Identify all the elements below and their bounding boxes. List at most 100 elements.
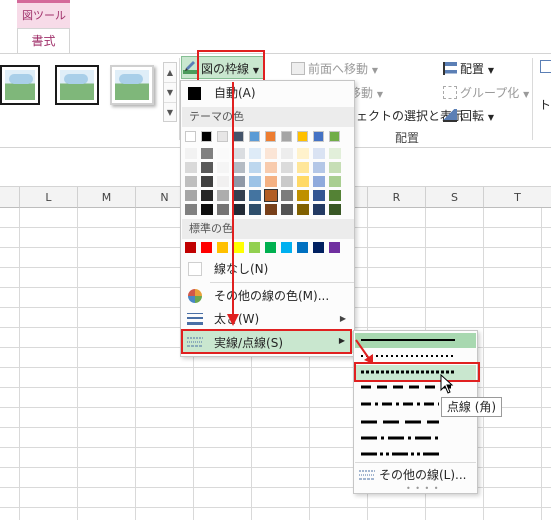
scroll-down-icon[interactable]: ▼ xyxy=(164,83,176,103)
theme-shade-column[interactable] xyxy=(217,148,229,218)
theme-shade-swatch[interactable] xyxy=(265,204,277,215)
theme-shade-swatch[interactable] xyxy=(217,204,229,215)
theme-shade-swatch[interactable] xyxy=(329,190,341,201)
theme-shade-swatch[interactable] xyxy=(313,176,325,187)
theme-shade-swatch[interactable] xyxy=(201,148,213,159)
theme-shade-swatch[interactable] xyxy=(249,162,261,173)
theme-shade-swatch[interactable] xyxy=(264,189,278,202)
theme-shade-swatch[interactable] xyxy=(281,204,293,215)
theme-shade-swatch[interactable] xyxy=(233,190,245,201)
theme-shade-swatch[interactable] xyxy=(217,176,229,187)
theme-color-swatch[interactable] xyxy=(281,131,292,142)
rotate-button[interactable]: 回転 ▼ xyxy=(443,107,494,124)
picture-style-3[interactable] xyxy=(110,65,154,105)
column-header-r[interactable]: R xyxy=(368,187,426,208)
group-button[interactable]: グループ化 ▼ xyxy=(443,84,529,101)
theme-shade-swatch[interactable] xyxy=(313,190,325,201)
gallery-scroll[interactable]: ▲ ▼ ▼ xyxy=(163,62,177,122)
align-button[interactable]: 配置 ▼ xyxy=(443,60,494,77)
theme-shade-swatch[interactable] xyxy=(249,148,261,159)
column-header-l[interactable]: L xyxy=(20,187,78,208)
dash-option-long-dash[interactable] xyxy=(355,415,476,430)
theme-shade-swatch[interactable] xyxy=(297,176,309,187)
standard-color-swatch[interactable] xyxy=(265,242,276,253)
standard-color-swatch[interactable] xyxy=(313,242,324,253)
standard-color-swatch[interactable] xyxy=(201,242,212,253)
theme-shade-swatch[interactable] xyxy=(201,190,213,201)
theme-color-swatch[interactable] xyxy=(201,131,212,142)
theme-shade-column[interactable] xyxy=(249,148,261,218)
dash-option-dash[interactable] xyxy=(355,380,476,395)
theme-color-swatch[interactable] xyxy=(185,131,196,142)
theme-color-swatch[interactable] xyxy=(265,131,276,142)
theme-color-swatch[interactable] xyxy=(297,131,308,142)
theme-shade-column[interactable] xyxy=(185,148,197,218)
standard-color-swatch[interactable] xyxy=(185,242,196,253)
picture-style-2[interactable] xyxy=(55,65,99,105)
select-all-corner[interactable] xyxy=(0,187,20,208)
theme-shade-swatch[interactable] xyxy=(297,148,309,159)
theme-shade-swatch[interactable] xyxy=(233,148,245,159)
theme-shade-swatch[interactable] xyxy=(313,162,325,173)
theme-shade-swatch[interactable] xyxy=(185,176,197,187)
theme-shade-column[interactable] xyxy=(329,148,341,218)
standard-color-swatch[interactable] xyxy=(281,242,292,253)
theme-shade-swatch[interactable] xyxy=(201,162,213,173)
theme-shade-swatch[interactable] xyxy=(281,148,293,159)
menu-item-automatic[interactable]: 自動(A) xyxy=(181,82,354,104)
standard-color-swatch[interactable] xyxy=(297,242,308,253)
dash-option-long-dash-dot[interactable] xyxy=(355,431,476,446)
theme-shade-swatch[interactable] xyxy=(329,204,341,215)
column-header-t[interactable]: T xyxy=(484,187,551,208)
theme-shade-swatch[interactable] xyxy=(329,162,341,173)
theme-shade-swatch[interactable] xyxy=(185,204,197,215)
tab-format[interactable]: 書式 xyxy=(17,28,70,54)
theme-color-swatch[interactable] xyxy=(217,131,228,142)
dash-option-solid[interactable] xyxy=(355,333,476,348)
menu-item-no-outline[interactable]: 線なし(N) xyxy=(181,258,354,280)
theme-shade-swatch[interactable] xyxy=(217,162,229,173)
column-header-s[interactable]: S xyxy=(426,187,484,208)
theme-color-swatch[interactable] xyxy=(329,131,340,142)
theme-shade-swatch[interactable] xyxy=(281,176,293,187)
theme-shade-swatch[interactable] xyxy=(249,176,261,187)
standard-color-swatch[interactable] xyxy=(217,242,228,253)
bring-forward-button[interactable]: 前面へ移動 ▼ xyxy=(291,60,378,77)
theme-shade-swatch[interactable] xyxy=(233,176,245,187)
theme-shade-swatch[interactable] xyxy=(329,148,341,159)
dash-option-long-dash-dot-dot[interactable] xyxy=(355,447,476,462)
crop-button[interactable] xyxy=(540,60,551,74)
theme-shade-swatch[interactable] xyxy=(297,162,309,173)
theme-color-swatch[interactable] xyxy=(313,131,324,142)
theme-shade-swatch[interactable] xyxy=(185,148,197,159)
theme-shade-column[interactable] xyxy=(201,148,213,218)
theme-shade-swatch[interactable] xyxy=(233,204,245,215)
theme-shade-swatch[interactable] xyxy=(329,176,341,187)
theme-shade-column[interactable] xyxy=(264,148,278,218)
theme-shade-swatch[interactable] xyxy=(201,204,213,215)
theme-shade-swatch[interactable] xyxy=(265,162,277,173)
theme-shade-column[interactable] xyxy=(233,148,245,218)
theme-shade-swatch[interactable] xyxy=(201,176,213,187)
theme-shade-column[interactable] xyxy=(313,148,325,218)
standard-color-swatch[interactable] xyxy=(233,242,244,253)
theme-shade-swatch[interactable] xyxy=(185,162,197,173)
theme-shade-swatch[interactable] xyxy=(281,162,293,173)
resize-grip-icon[interactable]: • • • • xyxy=(406,484,440,493)
theme-color-swatch[interactable] xyxy=(249,131,260,142)
theme-shade-swatch[interactable] xyxy=(217,190,229,201)
picture-style-1[interactable] xyxy=(0,65,40,105)
theme-shade-swatch[interactable] xyxy=(297,204,309,215)
menu-item-more-lines[interactable]: その他の線(L)... xyxy=(359,466,467,483)
theme-shade-swatch[interactable] xyxy=(265,148,277,159)
theme-shade-swatch[interactable] xyxy=(297,190,309,201)
theme-shade-swatch[interactable] xyxy=(185,190,197,201)
theme-shade-swatch[interactable] xyxy=(217,148,229,159)
theme-shade-swatch[interactable] xyxy=(265,176,277,187)
gallery-more-icon[interactable]: ▼ xyxy=(164,103,176,123)
theme-shade-column[interactable] xyxy=(297,148,309,218)
standard-color-swatch[interactable] xyxy=(249,242,260,253)
theme-shade-swatch[interactable] xyxy=(313,148,325,159)
theme-shade-column[interactable] xyxy=(281,148,293,218)
menu-item-weight[interactable]: 太さ(W) ▶ xyxy=(181,308,354,330)
